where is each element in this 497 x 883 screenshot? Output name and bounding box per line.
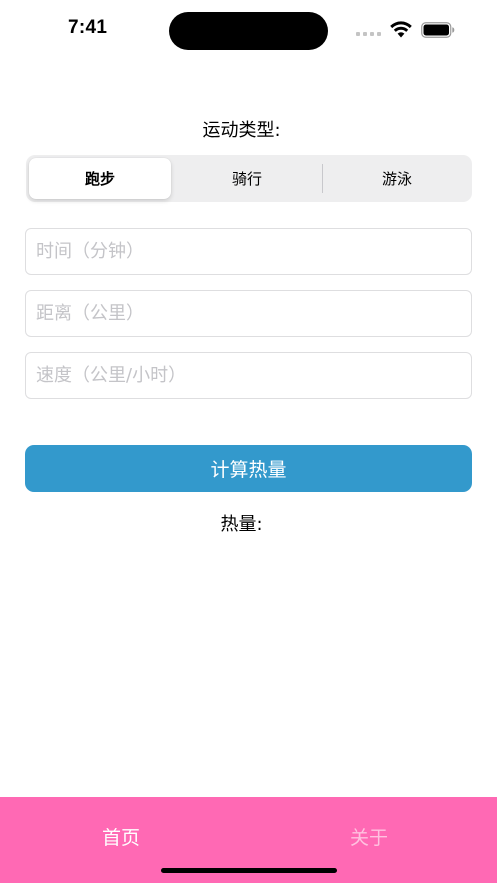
home-indicator [161,868,337,873]
tab-about[interactable]: 关于 [350,823,388,850]
segment-divider [322,164,323,193]
distance-input[interactable] [25,290,472,337]
exercise-type-segmented-control: 跑步 骑行 游泳 [26,155,472,202]
signal-icon [356,32,381,36]
wifi-icon [390,21,412,38]
status-time: 7:41 [68,17,108,38]
segment-cycling[interactable]: 骑行 [174,158,320,199]
calories-result-label: 热量: [220,514,263,535]
dynamic-island [169,12,328,50]
segment-running[interactable]: 跑步 [29,158,171,199]
calculate-calories-button[interactable]: 计算热量 [25,445,472,492]
segment-swimming[interactable]: 游泳 [324,158,470,199]
battery-icon [421,22,455,38]
speed-input[interactable] [25,352,472,399]
status-bar: 7:41 [0,0,497,60]
exercise-type-label: 运动类型: [202,120,281,141]
tab-home[interactable]: 首页 [102,823,140,850]
time-input[interactable] [25,228,472,275]
